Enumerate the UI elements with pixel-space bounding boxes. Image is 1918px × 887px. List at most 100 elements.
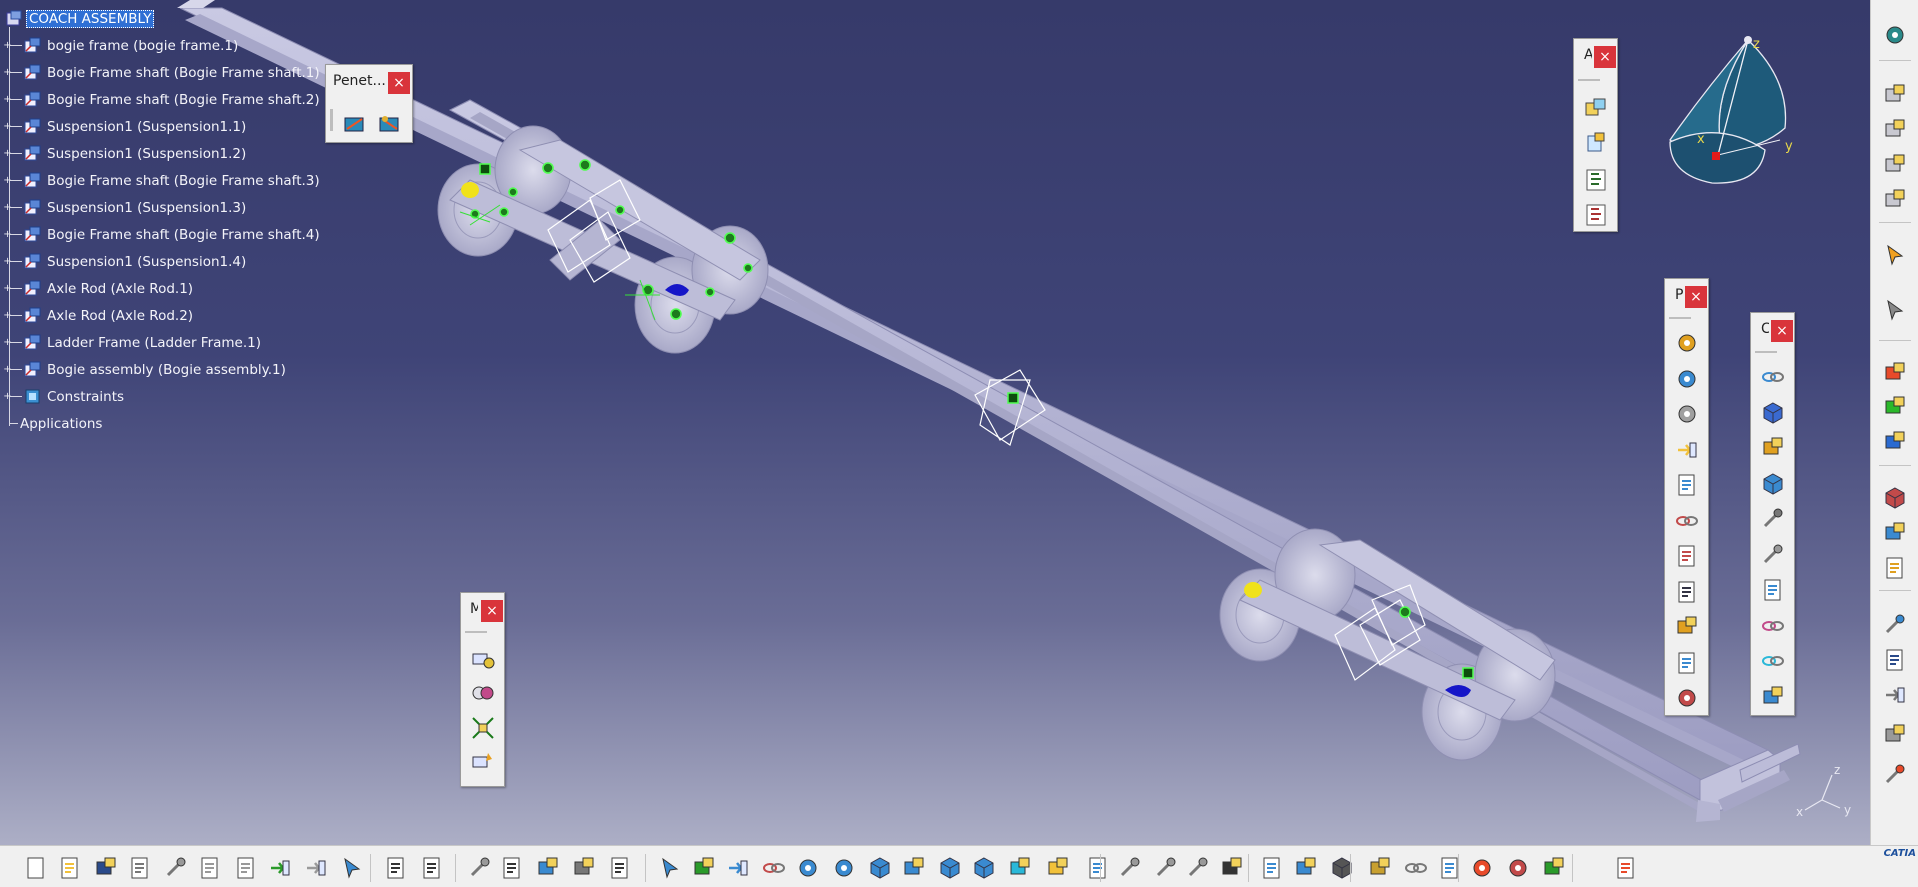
toolbar-grip[interactable] xyxy=(1578,79,1600,81)
explode-icon[interactable] xyxy=(469,714,497,742)
c-toolbar-close-button[interactable]: × xyxy=(1771,320,1793,342)
graph-tree-icon[interactable] xyxy=(1880,150,1910,180)
insert-new-product-icon[interactable] xyxy=(1880,392,1910,422)
tree-item[interactable]: + Suspension1 (Suspension1.4) xyxy=(0,248,320,275)
quick-constraint-icon[interactable] xyxy=(1759,576,1787,604)
tree-reorder-icon[interactable] xyxy=(1582,166,1610,194)
toolbar-grip[interactable] xyxy=(465,631,487,633)
ladder-frame[interactable] xyxy=(177,0,1801,822)
refresh-icon[interactable] xyxy=(1402,854,1430,882)
section-icon[interactable] xyxy=(1328,854,1356,882)
workbench-icon[interactable] xyxy=(1880,20,1910,50)
tree-item[interactable]: + Axle Rod (Axle Rod.2) xyxy=(0,302,320,329)
p-toolbar-close-button[interactable]: × xyxy=(1685,286,1707,308)
redo-icon[interactable] xyxy=(302,854,330,882)
whats-this-icon[interactable] xyxy=(338,854,366,882)
penetration-toolbar[interactable]: Penet... × xyxy=(325,64,413,143)
toolbar-grip[interactable] xyxy=(1669,317,1691,319)
new-icon[interactable] xyxy=(22,854,50,882)
toolbar-grip[interactable] xyxy=(1755,351,1777,353)
new-part-icon[interactable] xyxy=(1582,129,1610,157)
coincidence-constraint-icon[interactable] xyxy=(1759,363,1787,391)
publication-icon[interactable] xyxy=(1673,436,1701,464)
publish-icon[interactable] xyxy=(1436,854,1464,882)
shading-icon[interactable] xyxy=(970,854,998,882)
grid-icon[interactable] xyxy=(1612,854,1640,882)
copy-icon[interactable] xyxy=(196,854,224,882)
manipulation-icon[interactable] xyxy=(469,645,497,673)
annotation-icon[interactable] xyxy=(1673,471,1701,499)
text-icon[interactable] xyxy=(1880,645,1910,675)
undo-icon[interactable] xyxy=(266,854,294,882)
generate-numbering-icon[interactable] xyxy=(1582,201,1610,229)
multi-instantiation-icon[interactable] xyxy=(1880,185,1910,215)
measure-inertia-icon[interactable] xyxy=(1184,854,1212,882)
flexible-rigid-icon[interactable] xyxy=(1759,612,1787,640)
lock-icon[interactable] xyxy=(466,854,494,882)
existing-component-icon[interactable] xyxy=(1582,94,1610,122)
zoom-out-icon[interactable] xyxy=(830,854,858,882)
offset-constraint-icon[interactable] xyxy=(1759,434,1787,462)
apply-material-icon[interactable] xyxy=(1540,854,1568,882)
fastened-constraint-icon[interactable] xyxy=(1673,507,1701,535)
tree-item[interactable]: + Suspension1 (Suspension1.2) xyxy=(0,140,320,167)
tree-item[interactable]: + Axle Rod (Axle Rod.1) xyxy=(0,275,320,302)
tree-expand-icon[interactable] xyxy=(534,854,562,882)
smart-move-icon[interactable] xyxy=(1880,295,1910,325)
measure-icon[interactable] xyxy=(1116,854,1144,882)
rotate-icon[interactable] xyxy=(760,854,788,882)
measure-item-icon[interactable] xyxy=(1152,854,1180,882)
print-icon[interactable] xyxy=(126,854,154,882)
tree-item-constraints[interactable]: + Constraints xyxy=(0,383,320,410)
insert-new-component-icon[interactable] xyxy=(1880,358,1910,388)
toolbar-grip[interactable] xyxy=(330,109,333,131)
tree-item[interactable]: + Bogie Frame shaft (Bogie Frame shaft.3) xyxy=(0,167,320,194)
save-icon[interactable] xyxy=(92,854,120,882)
catalog-icon[interactable] xyxy=(1258,854,1286,882)
tree-item[interactable]: + Bogie assembly (Bogie assembly.1) xyxy=(0,356,320,383)
reuse-pattern-icon[interactable] xyxy=(1759,683,1787,711)
insert-new-part-icon[interactable] xyxy=(1880,427,1910,457)
a-toolbar[interactable]: A × xyxy=(1573,38,1618,232)
sketch-icon[interactable] xyxy=(1880,610,1910,640)
arrow-icon[interactable] xyxy=(1880,680,1910,710)
penetration-toolbar-close-button[interactable]: × xyxy=(388,72,410,94)
weld-feature-icon[interactable] xyxy=(1673,649,1701,677)
zoom-in-icon[interactable] xyxy=(794,854,822,882)
tree-item-applications[interactable]: Applications xyxy=(0,410,320,437)
tree-item[interactable]: + Ladder Frame (Ladder Frame.1) xyxy=(0,329,320,356)
measure-icon[interactable] xyxy=(1880,760,1910,790)
penetration-icon[interactable] xyxy=(341,110,369,138)
tree-item[interactable]: + Bogie Frame shaft (Bogie Frame shaft.1) xyxy=(0,59,320,86)
text-annotation-icon[interactable] xyxy=(1673,578,1701,606)
contact-constraint-icon[interactable] xyxy=(1759,399,1787,427)
swap-visible-icon[interactable] xyxy=(1044,854,1072,882)
tree-item[interactable]: + bogie frame (bogie frame.1) xyxy=(0,32,320,59)
cache-icon[interactable] xyxy=(570,854,598,882)
paste-icon[interactable] xyxy=(232,854,260,882)
fix-together-icon[interactable] xyxy=(1759,541,1787,569)
tree-root-coach-assembly[interactable]: COACH ASSEMBLY xyxy=(0,5,320,32)
open-icon[interactable] xyxy=(56,854,84,882)
gear-icon[interactable] xyxy=(1673,400,1701,428)
scene-manager-icon[interactable] xyxy=(1880,483,1910,513)
macro-icon[interactable] xyxy=(606,854,634,882)
fit-all-icon[interactable] xyxy=(690,854,718,882)
tree-item[interactable]: + Suspension1 (Suspension1.1) xyxy=(0,113,320,140)
graphic-properties-icon[interactable] xyxy=(1084,854,1112,882)
distance-icon[interactable] xyxy=(1366,854,1394,882)
tree-item[interactable]: + Bogie Frame shaft (Bogie Frame shaft.4) xyxy=(0,221,320,248)
tree-item[interactable]: + Bogie Frame shaft (Bogie Frame shaft.2) xyxy=(0,86,320,113)
snap-icon[interactable] xyxy=(469,679,497,707)
angle-constraint-icon[interactable] xyxy=(1759,470,1787,498)
iso-view-icon[interactable] xyxy=(936,854,964,882)
cut-icon[interactable] xyxy=(162,854,190,882)
multi-view-icon[interactable] xyxy=(900,854,928,882)
knowledge-icon[interactable] xyxy=(418,854,446,882)
replace-component-icon[interactable] xyxy=(1880,115,1910,145)
scene-icon[interactable] xyxy=(1673,613,1701,641)
change-constraint-icon[interactable] xyxy=(1759,647,1787,675)
product-structure-icon[interactable] xyxy=(1880,80,1910,110)
render-icon[interactable] xyxy=(1504,854,1532,882)
table-icon[interactable] xyxy=(498,854,526,882)
